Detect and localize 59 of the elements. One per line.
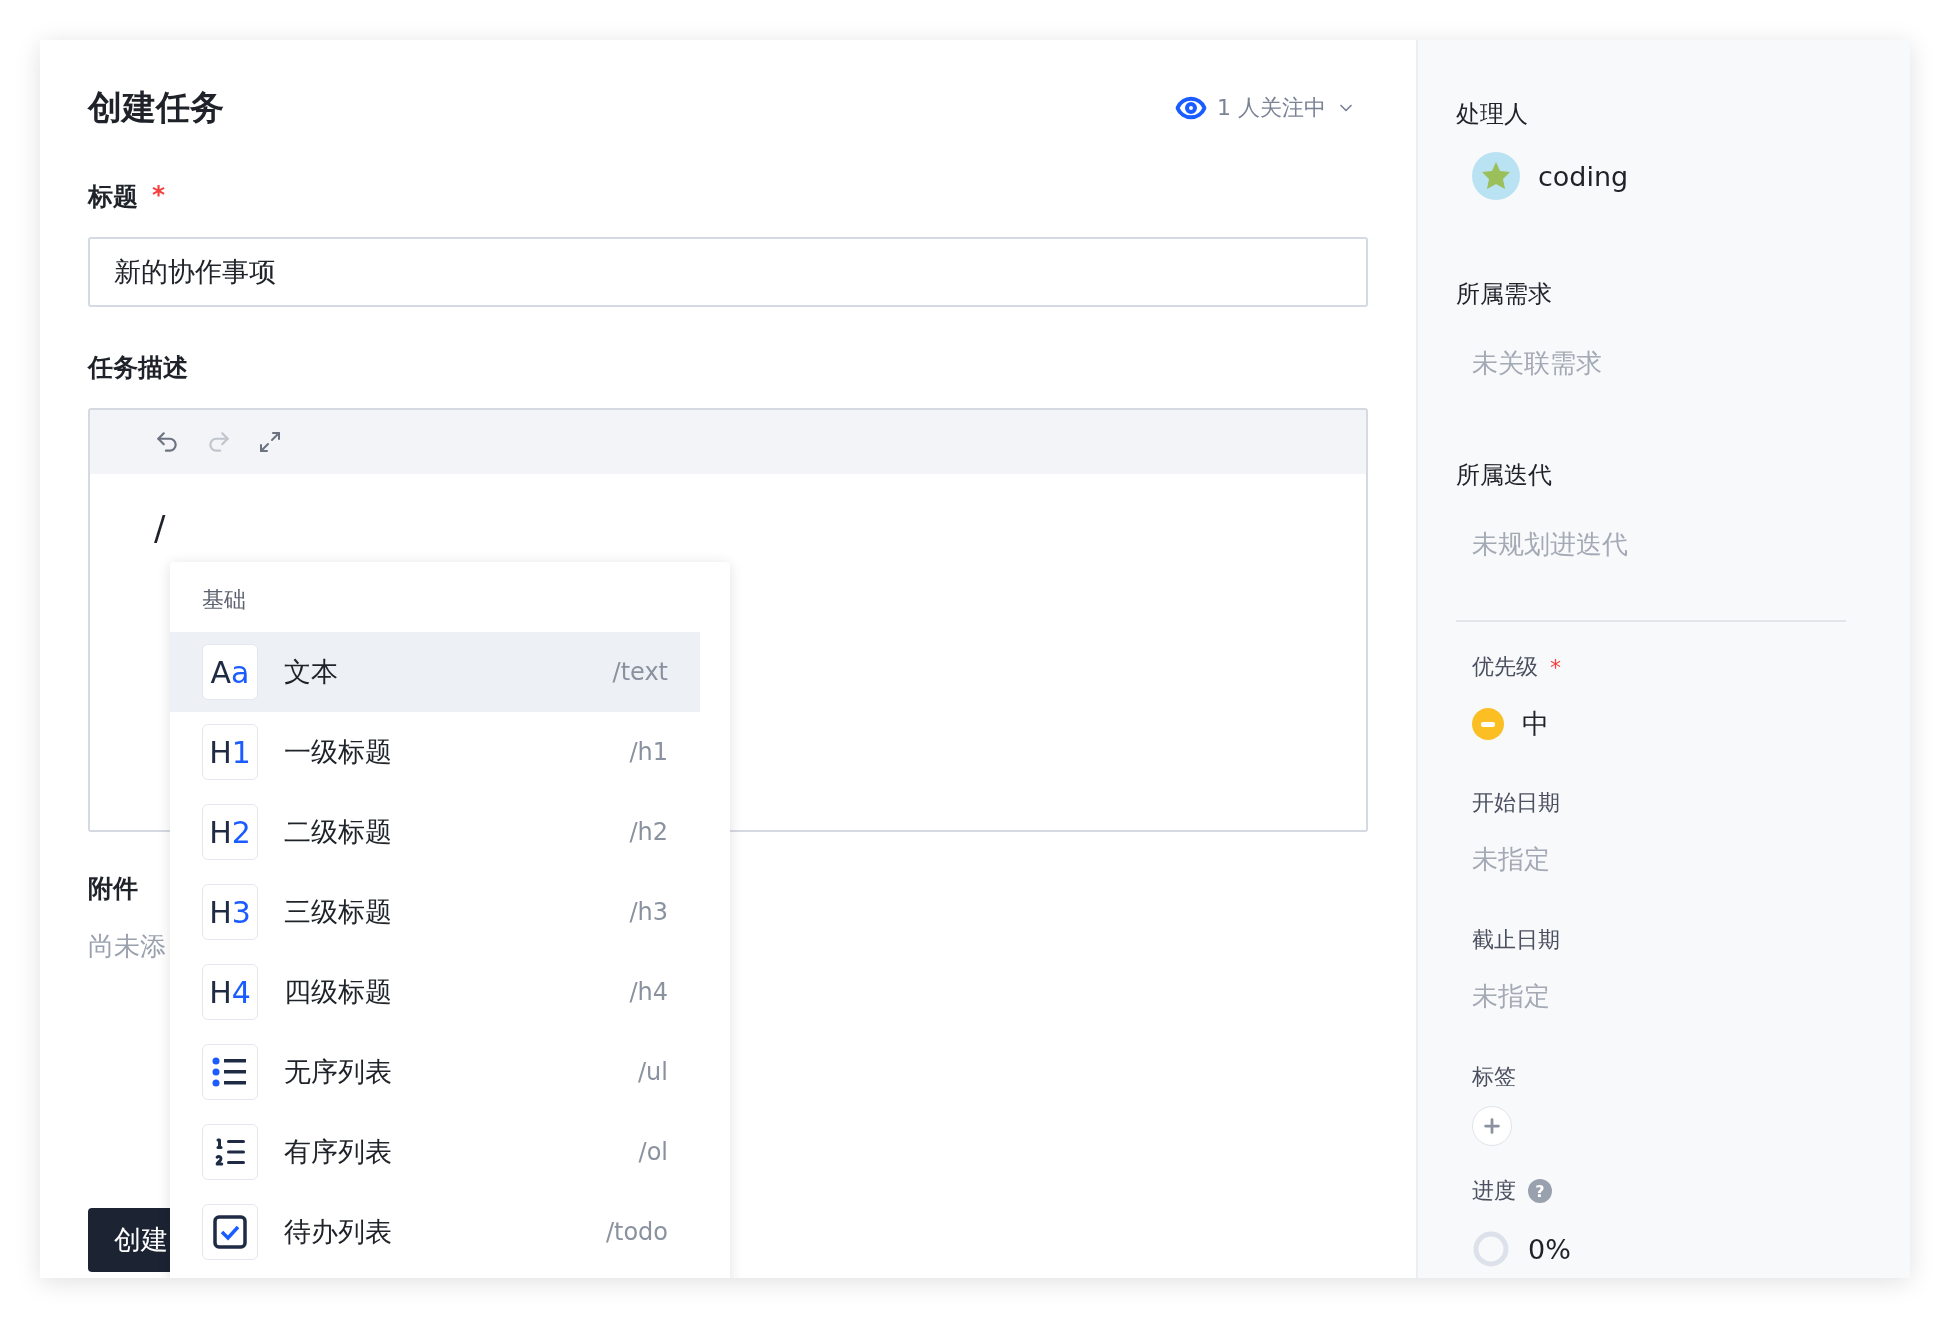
menu-item-label: 无序列表 [284, 1055, 393, 1089]
field-label: 截止日期 [1472, 926, 1560, 954]
menu-item-label: 三级标题 [284, 895, 393, 929]
menu-item-command: /ol [638, 1138, 668, 1166]
field-label: 所属迭代 [1456, 460, 1553, 491]
page-title: 创建任务 [88, 86, 224, 129]
menu-item[interactable]: H3 三级标题 /h3 [170, 872, 700, 952]
menu-item[interactable]: 无序列表 /ul [170, 1032, 700, 1112]
format-icon: H1 [202, 724, 258, 780]
field-label: 处理人 [1456, 99, 1529, 130]
format-icon: H2 [202, 804, 258, 860]
menu-item-label: 待办列表 [284, 1215, 393, 1249]
field-label: 附件 [88, 873, 138, 905]
menu-item[interactable]: Aa 文本 /text [170, 632, 700, 712]
menu-item-label: 四级标题 [284, 975, 393, 1009]
numbered-list-icon [202, 1124, 258, 1180]
menu-item-command: /h4 [629, 978, 668, 1006]
watchers-dropdown[interactable]: 1 人关注中 [1175, 92, 1356, 124]
assignee-name[interactable]: coding [1538, 160, 1629, 192]
editor-text: / [154, 508, 166, 548]
menu-item-label: 文本 [284, 655, 339, 689]
field-label: 标签 [1472, 1063, 1516, 1091]
undo-icon[interactable] [154, 429, 180, 455]
menu-item[interactable]: H4 四级标题 /h4 [170, 952, 700, 1032]
menu-item-command: /text [612, 658, 668, 686]
field-label: 进度 [1472, 1177, 1516, 1205]
menu-item-command: /h1 [629, 738, 668, 766]
menu-item[interactable]: H2 二级标题 /h2 [170, 792, 700, 872]
menu-item-command: /ul [638, 1058, 668, 1086]
add-tag-button[interactable] [1472, 1106, 1512, 1146]
menu-item-command: /h2 [629, 818, 668, 846]
field-label: 任务描述 [88, 352, 188, 384]
field-label: 优先级 [1472, 653, 1538, 681]
plus-icon [1481, 1115, 1503, 1137]
attachments-empty-text: 尚未添 [88, 931, 166, 961]
required-mark: * [1550, 654, 1561, 680]
required-mark: * [152, 180, 166, 211]
menu-item[interactable]: H1 一级标题 /h1 [170, 712, 700, 792]
avatar [1472, 152, 1520, 200]
menu-item-command: /h3 [629, 898, 668, 926]
format-icon: Aa [202, 644, 258, 700]
progress-ring [1472, 1230, 1510, 1268]
menu-item-label: 一级标题 [284, 735, 393, 769]
menu-item[interactable]: 有序列表 /ol [170, 1112, 700, 1192]
menu-item-command: /todo [605, 1218, 668, 1246]
format-icon: H3 [202, 884, 258, 940]
menu-item-label: 二级标题 [284, 815, 393, 849]
field-label: 标题 [88, 181, 138, 213]
bullet-list-icon [202, 1044, 258, 1100]
priority-value[interactable]: 中 [1522, 706, 1549, 742]
menu-item-label: 有序列表 [284, 1135, 393, 1169]
field-label: 开始日期 [1472, 789, 1560, 817]
expand-icon[interactable] [258, 430, 282, 454]
format-icon: H4 [202, 964, 258, 1020]
title-input[interactable]: 新的协作事项 [88, 237, 1368, 307]
checkbox-icon [202, 1204, 258, 1260]
progress-value: 0% [1528, 1233, 1571, 1265]
field-label: 所属需求 [1456, 279, 1553, 310]
menu-group-title: 基础 [201, 586, 247, 614]
